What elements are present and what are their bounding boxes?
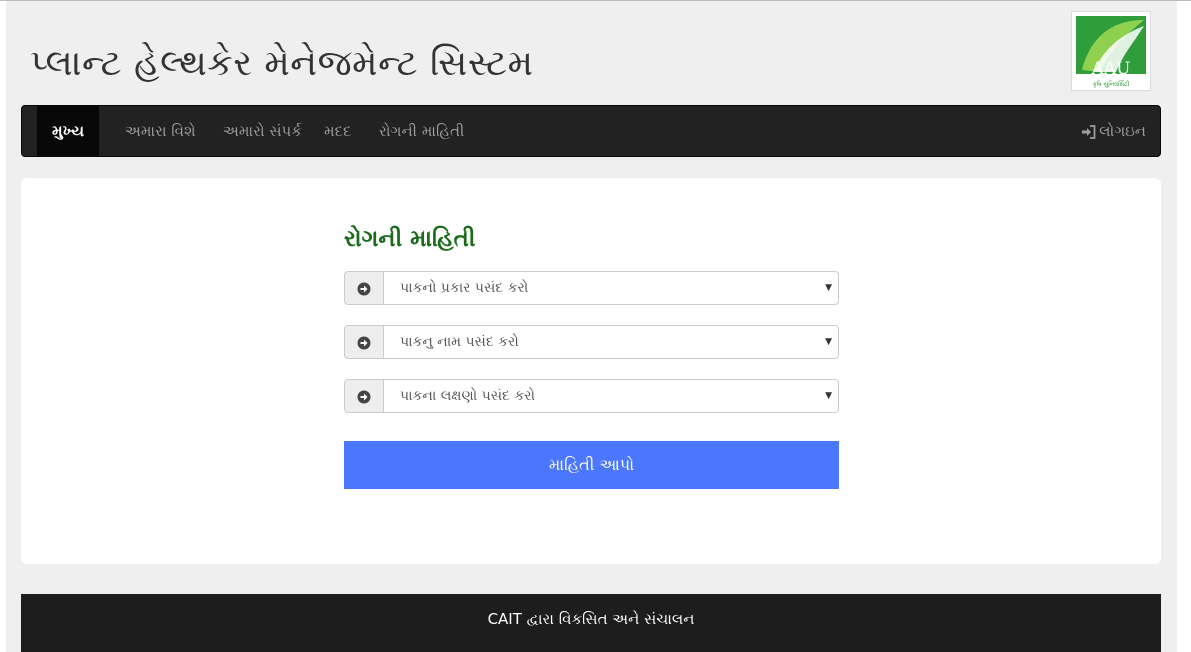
crop-symptoms-select[interactable]: પાકના લક્ષણો પસંદ કરો ▼ bbox=[383, 379, 839, 413]
navbar: મુખ્ય અમારા વિશે અમારો સંપર્ક મદદ રોગની … bbox=[21, 105, 1161, 157]
arrow-circle-right-icon bbox=[357, 282, 371, 296]
page-container: પ્લાન્ટ હેલ્થકેર મેનેજમેન્ટ સિસ્ટમ AAU ક… bbox=[6, 1, 1177, 652]
footer: CAIT દ્વારા વિકસિત અને સંચાલન bbox=[21, 594, 1161, 652]
crop-symptoms-select-value: પાકના લક્ષણો પસંદ કરો bbox=[400, 388, 535, 404]
select-addon bbox=[344, 271, 384, 305]
crop-name-select[interactable]: પાકનુ નામ પસંદ કરો ▼ bbox=[383, 325, 839, 359]
login-link[interactable]: લોગઇન bbox=[1081, 106, 1146, 156]
chevron-down-icon: ▼ bbox=[825, 283, 832, 293]
disease-info-panel: રોગની માહિતી પાકનો પ્રકાર પસંદ કરો ▼ પાક… bbox=[21, 178, 1161, 564]
crop-type-select[interactable]: પાકનો પ્રકાર પસંદ કરો ▼ bbox=[383, 271, 839, 305]
crop-type-select-value: પાકનો પ્રકાર પસંદ કરો bbox=[400, 280, 529, 296]
submit-button[interactable]: માહિતી આપો bbox=[344, 441, 839, 489]
crop-type-select-group: પાકનો પ્રકાર પસંદ કરો ▼ bbox=[344, 271, 839, 305]
logo-subtext: કૃષિ યુનિવર્સિટી bbox=[1093, 80, 1130, 88]
logo-text: AAU bbox=[1091, 59, 1131, 79]
select-addon bbox=[344, 379, 384, 413]
select-addon bbox=[344, 325, 384, 359]
login-icon bbox=[1082, 124, 1096, 139]
crop-name-select-value: પાકનુ નામ પસંદ કરો bbox=[400, 334, 519, 350]
form-title: રોગની માહિતી bbox=[344, 226, 476, 252]
nav-item-about[interactable]: અમારા વિશે bbox=[110, 106, 211, 156]
leaf-logo-icon: AAU કૃષિ યુનિવર્સિટી bbox=[1076, 16, 1146, 88]
crop-symptoms-select-group: પાકના લક્ષણો પસંદ કરો ▼ bbox=[344, 379, 839, 413]
crop-name-select-group: પાકનુ નામ પસંદ કરો ▼ bbox=[344, 325, 839, 359]
arrow-circle-right-icon bbox=[357, 336, 371, 350]
chevron-down-icon: ▼ bbox=[825, 391, 832, 401]
aau-logo: AAU કૃષિ યુનિવર્સિટી bbox=[1071, 11, 1151, 91]
footer-text: CAIT દ્વારા વિકસિત અને સંચાલન bbox=[487, 610, 695, 628]
login-label: લોગઇન bbox=[1099, 122, 1146, 140]
nav-item-home[interactable]: મુખ્ય bbox=[37, 106, 99, 156]
chevron-down-icon: ▼ bbox=[825, 337, 832, 347]
nav-item-contact[interactable]: અમારો સંપર્ક bbox=[208, 106, 317, 156]
arrow-circle-right-icon bbox=[357, 390, 371, 404]
nav-item-help[interactable]: મદદ bbox=[309, 106, 366, 156]
nav-item-disease-info[interactable]: રોગની માહિતી bbox=[364, 106, 479, 156]
site-title: પ્લાન્ટ હેલ્થકેર મેનેજમેન્ટ સિસ્ટમ bbox=[30, 43, 534, 84]
